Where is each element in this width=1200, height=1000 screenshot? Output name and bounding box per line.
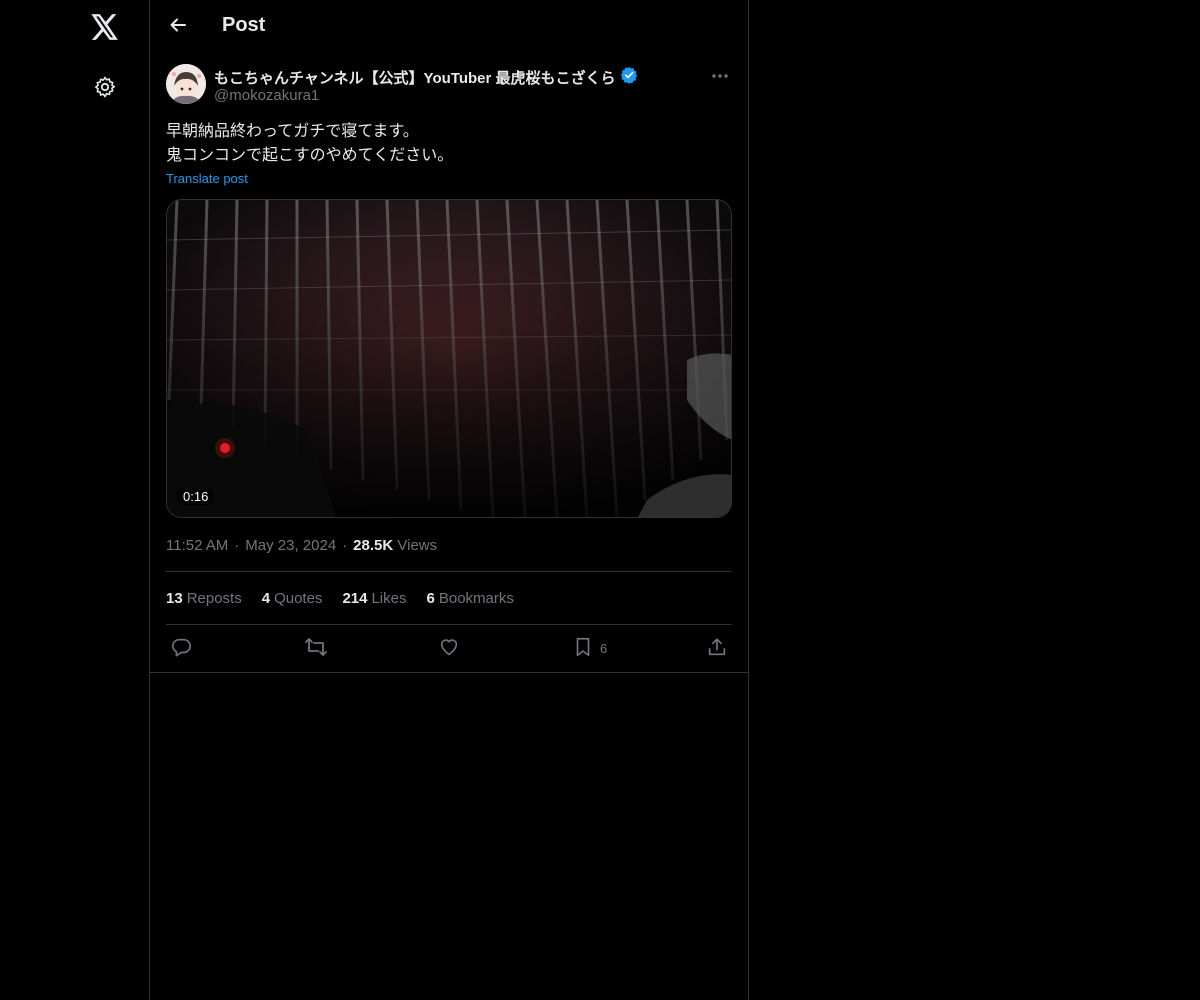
post-text: 早朝納品終わってガチで寝てます。 鬼コンコンで起こすのやめてください。 <box>166 120 732 168</box>
reply-button[interactable] <box>170 636 192 660</box>
page-title: Post <box>222 14 266 36</box>
main-column: Post もこちゃんチャンネル【公式】YouTuber 最虎桜もこざくら @mo… <box>149 0 749 1000</box>
post-text-line: 早朝納品終わってガチで寝てます。 <box>166 123 419 140</box>
avatar[interactable] <box>166 64 206 104</box>
post-actions: 6 <box>166 636 732 660</box>
stat-count: 214 <box>342 590 368 607</box>
app: Post もこちゃんチャンネル【公式】YouTuber 最虎桜もこざくら @mo… <box>0 0 1200 1000</box>
meta-separator: · <box>342 537 348 554</box>
divider <box>166 624 732 625</box>
x-logo-icon[interactable] <box>86 8 124 46</box>
reposts-stat[interactable]: 13 Reposts <box>166 590 242 607</box>
share-icon <box>706 636 728 661</box>
meta-separator: · <box>234 537 240 554</box>
share-button[interactable] <box>706 636 728 660</box>
post-time[interactable]: 11:52 AM <box>166 537 228 554</box>
author-name-row: もこちゃんチャンネル【公式】YouTuber 最虎桜もこざくら <box>214 66 638 89</box>
video-player[interactable]: 0:16 <box>166 199 732 518</box>
stat-count: 6 <box>426 590 435 607</box>
stat-count: 13 <box>166 590 183 607</box>
bookmark-count: 6 <box>600 640 608 656</box>
post-meta: 11:52 AM · May 23, 2024 · 28.5K Views <box>166 537 437 554</box>
more-options-button[interactable] <box>708 64 732 86</box>
video-duration: 0:16 <box>177 488 215 505</box>
ellipsis-icon <box>711 66 729 84</box>
stat-label: Likes <box>371 590 407 607</box>
bookmark-icon <box>572 636 594 661</box>
stat-label: Bookmarks <box>438 590 514 607</box>
likes-stat[interactable]: 214 Likes <box>342 590 406 607</box>
translate-post-link[interactable]: Translate post <box>166 171 248 186</box>
stat-count: 4 <box>261 590 271 607</box>
arrow-left-icon <box>168 15 188 40</box>
views-count: 28.5K <box>353 537 394 554</box>
divider <box>150 672 748 673</box>
quotes-stat[interactable]: 4 Quotes <box>262 590 323 607</box>
post-date[interactable]: May 23, 2024 <box>245 537 336 554</box>
stat-label: Quotes <box>274 590 323 607</box>
left-nav <box>0 0 149 1000</box>
video-frame <box>167 200 731 517</box>
divider <box>166 571 732 572</box>
stat-label: Reposts <box>186 590 242 607</box>
views-label: Views <box>397 537 438 554</box>
repost-icon <box>304 636 328 661</box>
post-text-line: 鬼コンコンで起こすのやめてください。 <box>166 147 454 164</box>
author-display-name[interactable]: もこちゃんチャンネル【公式】YouTuber 最虎桜もこざくら <box>214 67 616 88</box>
heart-icon <box>438 636 460 661</box>
reply-icon <box>170 636 192 661</box>
bookmarks-stat[interactable]: 6 Bookmarks <box>427 590 514 607</box>
post-header: Post <box>150 0 748 54</box>
repost-button[interactable] <box>304 636 328 660</box>
post-stats: 13 Reposts 4 Quotes 214 Likes 6 Bookmarks <box>166 590 514 607</box>
like-button[interactable] <box>438 636 460 660</box>
verified-badge-icon <box>620 66 638 89</box>
bookmark-button[interactable]: 6 <box>572 636 607 660</box>
gear-icon[interactable] <box>86 68 124 106</box>
author-handle[interactable]: @mokozakura1 <box>214 87 319 104</box>
back-button[interactable] <box>162 11 194 43</box>
